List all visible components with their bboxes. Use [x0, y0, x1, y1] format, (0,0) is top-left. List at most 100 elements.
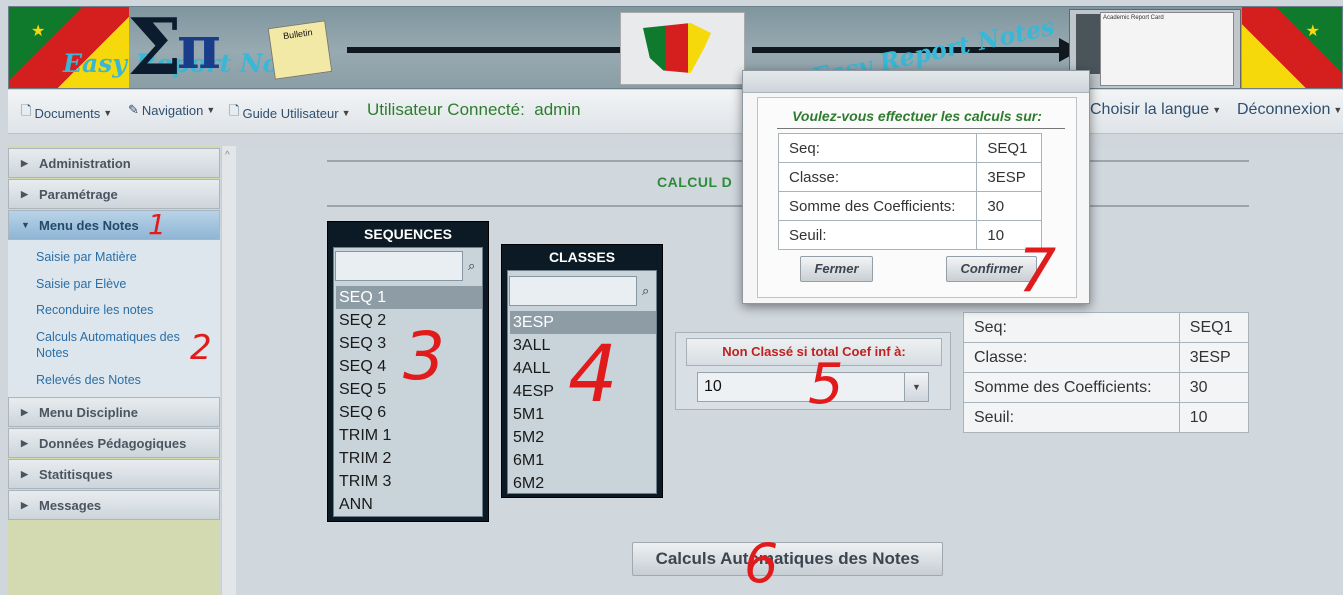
menu-documents[interactable]: 🗋 Documents ▼ — [21, 102, 112, 124]
sidebar-item-label: Messages — [39, 498, 102, 513]
chevron-down-icon: ▼ — [1333, 105, 1343, 115]
sidebar-item-donnees[interactable]: ▶ Données Pédagogiques — [8, 428, 220, 458]
table-row: Somme des Coefficients: 30 — [963, 372, 1250, 403]
classe-list-item[interactable]: 5M2 — [510, 426, 656, 449]
scroll-up-icon[interactable]: ^ — [225, 150, 230, 161]
dialog-classe-label: Classe: — [777, 162, 978, 192]
menu-logout[interactable]: Déconnexion ▼ — [1237, 101, 1342, 119]
menu-language[interactable]: Choisir la langue ▼ — [1090, 101, 1221, 119]
laptop-report-image: Academic Report Card — [1069, 9, 1241, 88]
triangle-right-icon: ▶ — [21, 438, 28, 448]
triangle-right-icon: ▶ — [21, 158, 28, 168]
sidebar-link-saisie-eleve[interactable]: Saisie par Elève — [36, 276, 126, 292]
cameroon-map-image — [620, 12, 745, 85]
dialog-seuil-label: Seuil: — [777, 220, 978, 250]
connected-user: Utilisateur Connecté: admin — [367, 100, 581, 120]
search-icon[interactable]: ⌕ — [642, 283, 649, 299]
classes-title: CLASSES — [548, 249, 616, 265]
summary-seq-label: Seq: — [963, 312, 1180, 343]
star-icon: ★ — [31, 23, 46, 40]
triangle-right-icon: ▶ — [21, 189, 28, 199]
menu-documents-label: Documents — [34, 105, 101, 121]
pi-logo-icon: π — [177, 13, 221, 83]
sequence-list-item[interactable]: TRIM 1 — [336, 424, 482, 447]
cameroon-flag-right: ★ — [1242, 7, 1342, 88]
sidebar-link-calculs-line1: Calculs Automatiques des — [36, 330, 180, 344]
classes-panel: CLASSES ⌕ 3ESP 3ALL 4ALL 4ESP 5M1 5M2 6M1 6M2 — [501, 244, 663, 498]
connected-user-name: admin — [534, 100, 581, 119]
classe-list-item[interactable]: 4ESP — [510, 380, 656, 403]
summary-seuil-label: Seuil: — [963, 402, 1180, 433]
sequence-list-item[interactable]: SEQ 2 — [336, 309, 482, 332]
sidebar-item-messages[interactable]: ▶ Messages — [8, 490, 220, 520]
sequence-list-item[interactable]: SEQ 6 — [336, 401, 482, 424]
summary-table: Seq: SEQ1 Classe: 3ESP Somme des Coeffic… — [963, 312, 1250, 433]
sidebar-link-saisie-matiere[interactable]: Saisie par Matière — [36, 249, 137, 265]
classe-list-item[interactable]: 5M1 — [510, 403, 656, 426]
menu-guide-label: Guide Utilisateur — [242, 105, 339, 121]
dialog-somme-value: 30 — [976, 191, 1042, 221]
table-row: Classe: 3ESP — [777, 162, 1042, 192]
summary-classe-label: Classe: — [963, 342, 1180, 373]
document-icon: 🗋 — [21, 103, 32, 118]
dialog-classe-value: 3ESP — [976, 162, 1042, 192]
sidebar-link-calculs[interactable]: Calculs Automatiques des Notes — [36, 329, 206, 361]
app-banner: ★ Easy Report Notes Σ π Bulletin Easy Re… — [8, 6, 1343, 89]
sidebar-link-reconduire[interactable]: Reconduire les notes — [36, 302, 153, 318]
classe-list-item[interactable]: 4ALL — [510, 357, 656, 380]
chevron-down-icon: ▼ — [341, 108, 351, 118]
banner-arrow-line — [347, 47, 621, 53]
sequence-list-item[interactable]: SEQ 3 — [336, 332, 482, 355]
chevron-down-icon[interactable]: ▼ — [904, 372, 929, 402]
sidebar-item-discipline[interactable]: ▶ Menu Discipline — [8, 397, 220, 427]
sidebar-item-menu-notes[interactable]: ▼ Menu des Notes — [8, 210, 220, 240]
sidebar-link-calculs-line2: Notes — [36, 346, 69, 360]
sidebar-item-label: Données Pédagogiques — [39, 436, 187, 451]
classes-search-input[interactable] — [509, 276, 637, 306]
dialog-body: Voulez-vous effectuer les calculs sur: S… — [757, 97, 1077, 298]
sidebar-item-label: Menu Discipline — [39, 405, 138, 420]
sidebar-item-administration[interactable]: ▶ Administration — [8, 148, 220, 178]
sidebar-link-releves[interactable]: Relevés des Notes — [36, 372, 141, 388]
confirm-button[interactable]: Confirmer — [946, 256, 1037, 282]
search-icon[interactable]: ⌕ — [468, 258, 475, 274]
sequences-search-input[interactable] — [335, 251, 463, 281]
summary-somme-value: 30 — [1178, 372, 1250, 403]
non-classe-select[interactable]: 10 — [697, 372, 929, 402]
non-classe-label: Non Classé si total Coef inf à: — [686, 338, 942, 366]
menu-language-label: Choisir la langue — [1090, 101, 1210, 118]
dialog-question: Voulez-vous effectuer les calculs sur: — [792, 108, 1042, 124]
sidebar-item-statistiques[interactable]: ▶ Statitisques — [8, 459, 220, 489]
sequence-list-item[interactable]: SEQ 1 — [336, 286, 482, 309]
calc-auto-button[interactable]: Calculs Automatiques des Notes — [632, 542, 943, 576]
summary-seuil-value: 10 — [1178, 402, 1250, 433]
close-button[interactable]: Fermer — [800, 256, 873, 282]
top-menu-bar: 🗋 Documents ▼ ✎ Navigation ▼ 🗋 Guide Uti… — [8, 90, 1343, 134]
menu-navigation[interactable]: ✎ Navigation ▼ — [128, 102, 215, 118]
sequences-panel: SEQUENCES ⌕ SEQ 1 SEQ 2 SEQ 3 SEQ 4 SEQ 5 SEQ… — [327, 221, 489, 522]
classe-list-item[interactable]: 3ALL — [510, 334, 656, 357]
sequence-list-item[interactable]: SEQ 5 — [336, 378, 482, 401]
classes-items: 3ESP 3ALL 4ALL 4ESP 5M1 5M2 6M1 6M2 — [510, 311, 656, 495]
dialog-underline — [777, 128, 1065, 129]
dialog-seuil-value: 10 — [976, 220, 1042, 250]
sidebar-item-parametrage[interactable]: ▶ Paramétrage — [8, 179, 220, 209]
pencil-icon: ✎ — [128, 102, 139, 117]
dialog-titlebar[interactable] — [743, 71, 1089, 93]
confirm-dialog: Voulez-vous effectuer les calculs sur: S… — [742, 70, 1090, 304]
classe-list-item[interactable]: 6M2 — [510, 472, 656, 495]
table-row: Classe: 3ESP — [963, 342, 1250, 373]
sequence-list-item[interactable]: TRIM 3 — [336, 470, 482, 493]
dialog-somme-label: Somme des Coefficients: — [777, 191, 978, 221]
sequence-list-item[interactable]: TRIM 2 — [336, 447, 482, 470]
menu-navigation-label: Navigation — [141, 102, 204, 118]
sequence-list-item[interactable]: ANN — [336, 493, 482, 516]
classe-list-item[interactable]: 3ESP — [510, 311, 656, 334]
menu-guide[interactable]: 🗋 Guide Utilisateur ▼ — [229, 102, 350, 124]
sidebar-scrollbar[interactable]: ^ — [221, 146, 236, 595]
classe-list-item[interactable]: 6M1 — [510, 449, 656, 472]
table-row: Somme des Coefficients: 30 — [777, 191, 1042, 221]
sidebar-item-label: Paramétrage — [39, 187, 118, 202]
sequence-list-item[interactable]: SEQ 4 — [336, 355, 482, 378]
dialog-table: Seq: SEQ1 Classe: 3ESP Somme des Coeffic… — [777, 133, 1042, 250]
